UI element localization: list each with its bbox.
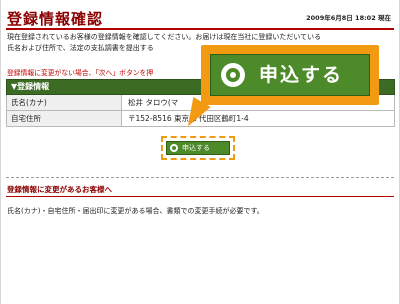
apply-button-large-label: 申込する — [259, 64, 344, 86]
circle-icon — [221, 63, 245, 87]
datetime-label: 2009年6月8日 18:02 現在 — [306, 14, 391, 22]
apply-button-small-label: 申込する — [182, 144, 210, 152]
section-title: 登録情報に変更があるお客様へ — [7, 185, 112, 194]
title-divider — [6, 28, 394, 30]
row-label: 氏名(カナ) — [7, 95, 122, 110]
apply-button-large[interactable]: 申込する — [210, 54, 370, 96]
page: 登録情報確認 2009年6月8日 18:02 現在 現在登録されているお客様の登… — [0, 0, 400, 304]
circle-icon — [170, 144, 178, 152]
row-label: 自宅住所 — [7, 111, 122, 126]
section-rule — [6, 196, 394, 197]
intro-line: 現在登録されているお客様の登録情報を確認してください。お届けは現在当社に登録いた… — [7, 33, 322, 41]
apply-button-small[interactable]: 申込する — [166, 141, 230, 155]
instruction-note: 登録情報に変更がない場合、「次へ」ボタンを押 — [7, 69, 154, 77]
page-title: 登録情報確認 — [7, 10, 104, 28]
section-body: 氏名(カナ)・自宅住所・届出印に変更がある場合、書類での変更手続が必要です。 — [7, 207, 264, 215]
section-divider — [6, 177, 394, 178]
row-value: 〒152-8516 東京都 代田区鶴町1-4 — [128, 114, 249, 123]
